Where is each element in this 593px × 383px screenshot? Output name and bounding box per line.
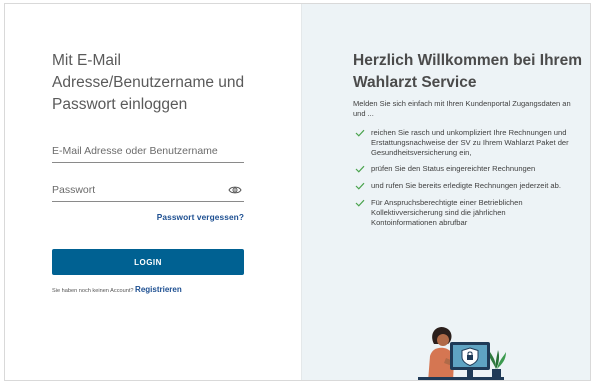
benefit-text: prüfen Sie den Status eingereichter Rech… <box>371 164 536 174</box>
login-title: Mit E-Mail Adresse/Benutzername und Pass… <box>52 52 245 113</box>
benefit-item: reichen Sie rasch und unkompliziert Ihre… <box>353 128 573 157</box>
benefit-text: und rufen Sie bereits erledigte Rechnung… <box>371 181 561 191</box>
check-icon <box>355 129 365 137</box>
login-page: Mit E-Mail Adresse/Benutzername und Pass… <box>4 3 591 381</box>
check-icon <box>355 166 365 174</box>
check-icon <box>355 199 365 207</box>
benefit-item: Für Anspruchsberechtigte einer Betriebli… <box>353 198 573 227</box>
benefit-text: reichen Sie rasch und unkompliziert Ihre… <box>371 128 569 157</box>
person-with-monitor-shield-illustration <box>418 326 506 380</box>
benefit-item: prüfen Sie den Status eingereichter Rech… <box>353 164 573 174</box>
email-field <box>52 141 244 163</box>
password-field <box>52 180 244 202</box>
welcome-intro: Melden Sie sich einfach mit Ihren Kunden… <box>353 99 571 118</box>
email-input[interactable] <box>52 141 244 161</box>
check-icon <box>355 182 365 190</box>
login-panel: Mit E-Mail Adresse/Benutzername und Pass… <box>5 4 302 380</box>
benefit-text: Für Anspruchsberechtigte einer Betriebli… <box>371 197 523 227</box>
welcome-title: Herzlich Willkommen bei Ihrem Wahlarzt S… <box>353 52 582 91</box>
register-row: Sie haben noch keinen Account? Registrie… <box>52 285 182 294</box>
forgot-password-link[interactable]: Passwort vergessen? <box>52 212 244 222</box>
login-button[interactable]: LOGIN <box>52 249 244 275</box>
password-input[interactable] <box>52 180 244 200</box>
eye-icon[interactable] <box>228 183 242 195</box>
register-link[interactable]: Registrieren <box>135 285 182 294</box>
benefit-item: und rufen Sie bereits erledigte Rechnung… <box>353 181 573 191</box>
benefit-list: reichen Sie rasch und unkompliziert Ihre… <box>353 128 573 234</box>
no-account-text: Sie haben noch keinen Account? <box>52 288 134 294</box>
